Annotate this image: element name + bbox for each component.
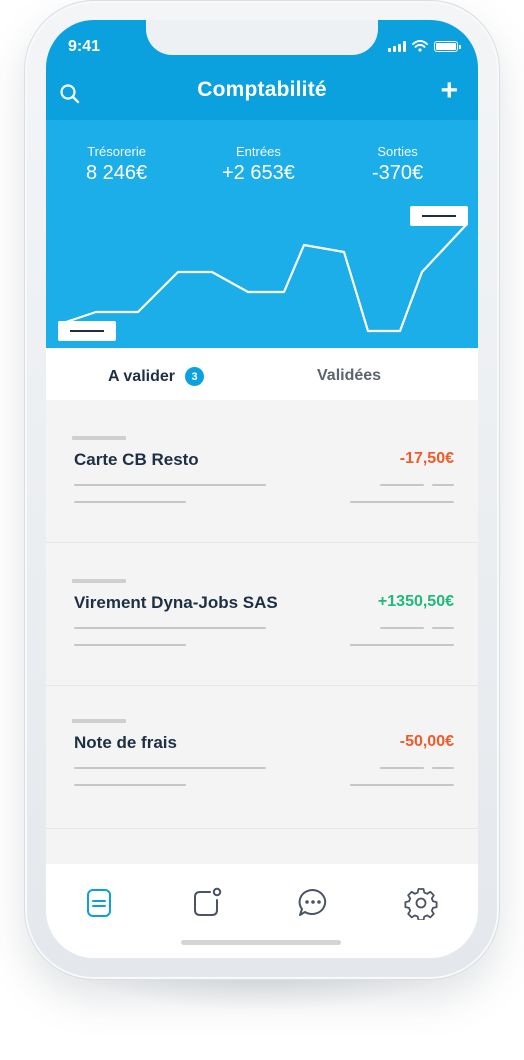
- app-screen: 9:41 Comptabilité + Trésorerie 8 246€ En…: [46, 20, 478, 958]
- status-icons: [388, 40, 461, 52]
- transaction-title: Note de frais: [74, 733, 177, 752]
- tab-bar: A valider 3 Validées: [46, 348, 478, 400]
- stat-tresorerie-value: 8 246€: [86, 162, 148, 184]
- signal-icon: [388, 40, 406, 52]
- bottom-nav: [46, 864, 478, 958]
- tab-a-valider[interactable]: A valider 3: [108, 367, 204, 386]
- stat-entrees: Entrées +2 653€: [222, 144, 295, 185]
- phone-notch: [146, 20, 378, 55]
- stat-tresorerie: Trésorerie 8 246€: [86, 144, 147, 185]
- document-icon[interactable]: [82, 886, 116, 920]
- balance-chart-line: [64, 223, 468, 333]
- summary-panel: Trésorerie 8 246€ Entrées +2 653€ Sortie…: [46, 120, 478, 348]
- battery-icon: [434, 40, 461, 52]
- chat-bubble-icon[interactable]: [296, 886, 330, 920]
- list-item[interactable]: Virement Dyna-Jobs SAS +1350,50€: [46, 543, 478, 686]
- notification-square-icon[interactable]: [190, 886, 224, 920]
- transaction-amount: -17,50€: [399, 450, 454, 467]
- stat-entrees-label: Entrées: [236, 144, 281, 159]
- count-badge: 3: [185, 367, 204, 386]
- transaction-amount: +1350,50€: [377, 593, 454, 610]
- stat-sorties: Sorties -370€: [372, 144, 423, 185]
- transaction-amount: -50,00€: [399, 733, 454, 750]
- stat-tresorerie-label: Trésorerie: [87, 144, 146, 159]
- transaction-title: Virement Dyna-Jobs SAS: [74, 593, 278, 612]
- status-time: 9:41: [68, 38, 101, 55]
- stat-entrees-value: +2 653€: [222, 162, 295, 184]
- wifi-icon: [412, 40, 428, 52]
- stat-sorties-label: Sorties: [377, 144, 418, 159]
- tab-validees[interactable]: Validées: [317, 367, 381, 385]
- transaction-list: Carte CB Resto -17,50€ Virement Dyna-Job…: [46, 400, 478, 864]
- add-button[interactable]: +: [440, 76, 458, 106]
- list-item[interactable]: Note de frais -50,00€: [46, 686, 478, 829]
- settings-gear-icon[interactable]: [404, 886, 438, 920]
- page-title: Comptabilité: [197, 78, 327, 101]
- home-indicator[interactable]: [181, 940, 341, 945]
- stat-sorties-value: -370€: [372, 162, 424, 184]
- transaction-title: Carte CB Resto: [74, 450, 199, 469]
- balance-chart: [58, 206, 468, 341]
- list-item[interactable]: Carte CB Resto -17,50€: [46, 400, 478, 543]
- tab-a-valider-label: A valider: [108, 367, 175, 385]
